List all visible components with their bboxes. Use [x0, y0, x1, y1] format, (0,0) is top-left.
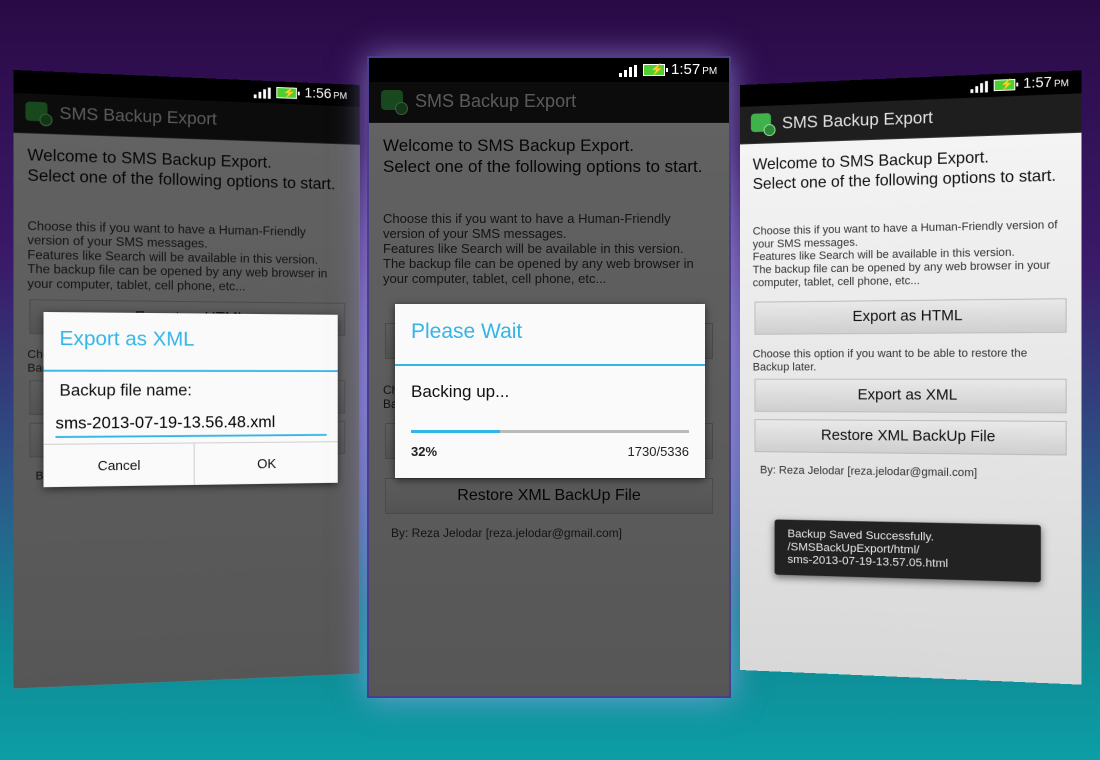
progress-percent: 32%	[411, 444, 437, 459]
battery-icon: ⚡	[994, 79, 1016, 91]
status-bar: ⚡ 1:57 PM	[369, 58, 729, 82]
export-xml-button[interactable]: Export as XML	[755, 379, 1067, 414]
signal-icon	[254, 87, 271, 99]
clock: 1:57 PM	[1023, 74, 1069, 92]
progress-fill	[411, 430, 500, 433]
right-phone-screen: ⚡ 1:57 PM SMS Backup Export Welcome to SM…	[740, 70, 1081, 684]
signal-icon	[619, 65, 637, 77]
progress-dialog: Please Wait Backing up... 32% 1730/5336	[395, 304, 705, 478]
app-title: SMS Backup Export	[782, 108, 933, 133]
dialog-title: Export as XML	[60, 327, 195, 351]
progress-bar	[411, 430, 689, 433]
filename-input[interactable]	[56, 413, 327, 438]
backup-saved-toast: Backup Saved Successfully. /SMSBackUpExp…	[775, 519, 1041, 582]
main-content: Welcome to SMS Backup Export. Select one…	[740, 133, 1081, 685]
dialog-title: Please Wait	[411, 320, 522, 344]
clock: 1:57 PM	[671, 61, 717, 78]
filename-label: Backup file name:	[60, 381, 192, 400]
toast-message: Backup Saved Successfully. /SMSBackUpExp…	[787, 527, 948, 570]
dialog-divider	[395, 364, 705, 366]
export-xml-dialog: Export as XML Backup file name: Cancel O…	[44, 312, 338, 487]
progress-count: 1730/5336	[628, 444, 689, 459]
battery-icon: ⚡	[643, 64, 665, 76]
author-byline: By: Reza Jelodar [reza.jelodar@gmail.com…	[760, 463, 977, 479]
progress-message: Backing up...	[411, 382, 509, 402]
signal-icon	[970, 81, 987, 93]
restore-button[interactable]: Restore XML BackUp File	[755, 419, 1067, 455]
battery-icon: ⚡	[276, 87, 297, 99]
xml-description: Choose this option if you want to be abl…	[753, 346, 1067, 373]
left-phone-screen: ⚡ 1:56PM SMS Backup Export Welcome to SM…	[13, 70, 360, 690]
html-description: Choose this if you want to have a Human-…	[753, 218, 1069, 289]
cancel-button[interactable]: Cancel	[44, 443, 194, 487]
dialog-buttons: Cancel OK	[44, 441, 338, 487]
center-phone-screen: ⚡ 1:57PM SMS Backup Export Welcome to SM…	[367, 56, 731, 698]
export-html-button[interactable]: Export as HTML	[755, 298, 1067, 334]
clock: 1:56 PM	[304, 85, 347, 103]
app-icon	[751, 113, 771, 132]
dialog-divider	[44, 370, 338, 372]
ok-button[interactable]: OK	[193, 442, 338, 485]
background: { "app": { "title": "SMS Backup Export" …	[0, 0, 1100, 760]
welcome-text: Welcome to SMS Backup Export. Select one…	[753, 145, 1067, 194]
